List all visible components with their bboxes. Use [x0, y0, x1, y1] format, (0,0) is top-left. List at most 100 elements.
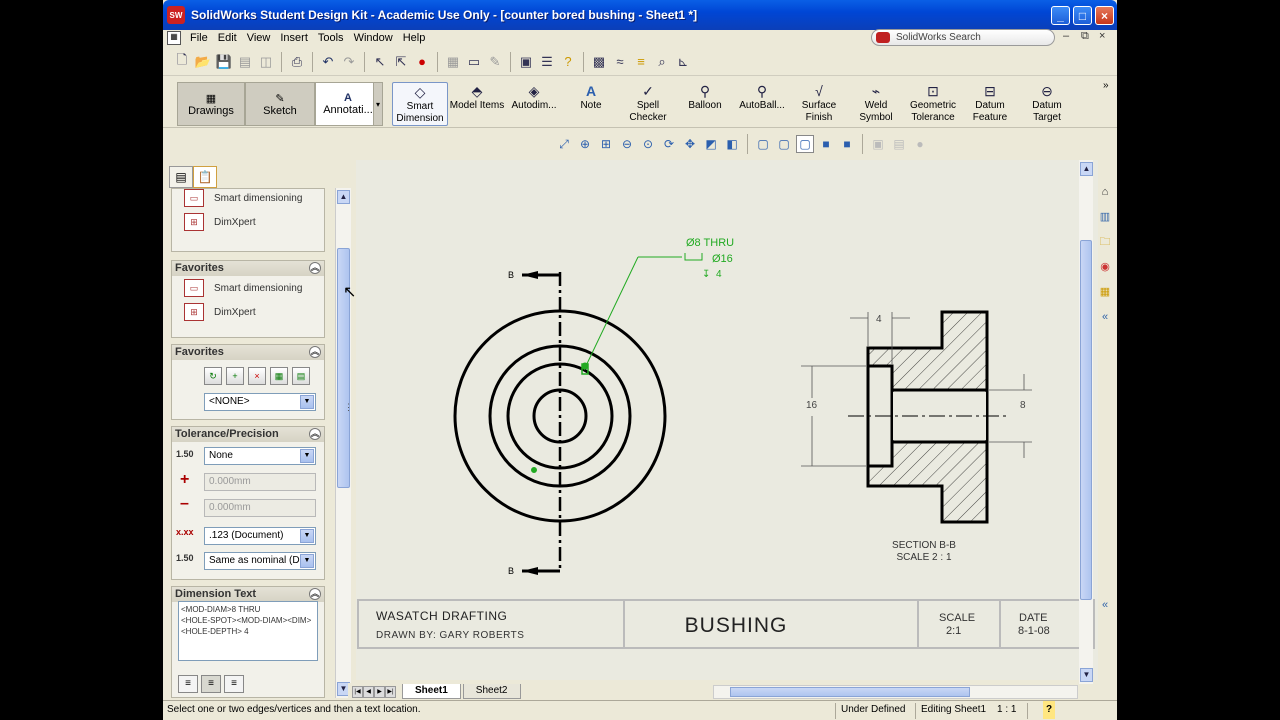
section-view-b-b[interactable]: [848, 310, 1006, 524]
wireframe-icon[interactable]: ▢: [754, 135, 772, 153]
scrollbar-thumb[interactable]: [1080, 240, 1092, 600]
minimize-button[interactable]: _: [1051, 6, 1070, 25]
scale-label[interactable]: SCALE: [939, 612, 975, 624]
section-view-icon[interactable]: ▣: [869, 135, 887, 153]
pan-icon[interactable]: ✥: [681, 135, 699, 153]
scroll-up-icon[interactable]: ▲: [1080, 162, 1093, 176]
view-palette-icon[interactable]: ▦: [1096, 283, 1114, 301]
select-icon[interactable]: ↖: [371, 53, 389, 71]
menu-window[interactable]: Window: [349, 32, 398, 44]
hole-callout-thru[interactable]: Ø8 THRU: [686, 237, 734, 249]
model-items-button[interactable]: ⬘ Model Items: [449, 82, 505, 126]
align-left-icon[interactable]: ≡: [178, 675, 198, 693]
hidden-lines-visible-icon[interactable]: ▢: [775, 135, 793, 153]
dimension-text-input[interactable]: <MOD-DIAM>8 THRU <HOLE-SPOT><MOD-DIAM><D…: [178, 601, 318, 661]
redo-icon[interactable]: ↷: [340, 53, 358, 71]
scrollbar-thumb[interactable]: [730, 687, 970, 697]
menu-file[interactable]: File: [185, 32, 213, 44]
list-item[interactable]: ▭ Smart dimensioning: [172, 186, 324, 210]
save-favorite-icon[interactable]: ▦: [270, 367, 288, 385]
tab-annotation-dropdown[interactable]: ▾: [373, 82, 383, 126]
delete-favorite-icon[interactable]: ×: [248, 367, 266, 385]
shaded-icon[interactable]: ■: [838, 135, 856, 153]
collapse-icon[interactable]: ︽: [309, 588, 321, 600]
new-icon[interactable]: 🗋: [173, 52, 191, 71]
help-icon[interactable]: ?: [559, 53, 577, 71]
section-label-top[interactable]: B: [508, 270, 514, 280]
favorites-header[interactable]: Favorites ︽: [172, 345, 324, 360]
favorite-select[interactable]: <NONE> ▼: [204, 393, 316, 411]
make-drawing-icon[interactable]: ▤: [236, 53, 254, 71]
part-name[interactable]: BUSHING: [685, 614, 788, 637]
close-button[interactable]: ×: [1095, 6, 1114, 25]
tab-sheet2[interactable]: Sheet2: [462, 684, 521, 699]
view-palette-icon[interactable]: ▣: [517, 53, 535, 71]
scale-value[interactable]: 2:1: [946, 625, 961, 637]
search-results-icon[interactable]: ◉: [1096, 258, 1114, 276]
section-title[interactable]: SECTION B-B: [892, 540, 956, 551]
collapse-icon[interactable]: ︽: [309, 346, 321, 358]
scroll-down-icon[interactable]: ▼: [1080, 668, 1093, 682]
zoom-to-selection-icon[interactable]: ⊙: [639, 135, 657, 153]
section-dim-left[interactable]: 16: [806, 400, 818, 411]
precision-select[interactable]: .123 (Document) ▼: [204, 527, 316, 545]
rebuild-icon[interactable]: ●: [413, 53, 431, 71]
align-center-icon[interactable]: ≡: [201, 675, 221, 693]
save-icon[interactable]: 💾: [215, 53, 233, 71]
open-icon[interactable]: 📂: [194, 53, 212, 71]
layer-icon[interactable]: ▭: [465, 53, 483, 71]
align-icon[interactable]: ⊾: [674, 53, 692, 71]
date-value[interactable]: 8-1-08: [1018, 625, 1050, 637]
add-favorite-icon[interactable]: +: [226, 367, 244, 385]
datum-target-button[interactable]: ⊖ Datum Target: [1019, 82, 1075, 126]
favorites-header[interactable]: Favorites ︽: [172, 261, 324, 276]
doc-minimize-button[interactable]: –: [1063, 30, 1069, 42]
hidden-lines-removed-icon[interactable]: ▢: [796, 135, 814, 153]
date-label[interactable]: DATE: [1019, 612, 1048, 624]
zoom-to-area-icon[interactable]: ⊞: [597, 135, 615, 153]
format-painter-icon[interactable]: ✎: [486, 53, 504, 71]
zoom-to-fit-icon[interactable]: ⊕: [576, 135, 594, 153]
spell-checker-button[interactable]: ✓ Spell Checker: [620, 82, 676, 126]
apply-default-icon[interactable]: ↻: [204, 367, 222, 385]
zoom-sheet-icon[interactable]: ⌕: [653, 53, 671, 71]
dimension-text-header[interactable]: Dimension Text ︽: [172, 587, 324, 602]
zoom-in-out-icon[interactable]: ⊖: [618, 135, 636, 153]
tolerance-precision-select[interactable]: Same as nominal (D ▼: [204, 552, 316, 570]
list-item[interactable]: ⊞ DimXpert: [172, 300, 324, 324]
menu-help[interactable]: Help: [398, 32, 431, 44]
drawing-horizontal-scrollbar[interactable]: [713, 685, 1078, 699]
doc-restore-button[interactable]: ⧉: [1081, 30, 1089, 43]
view-sketch-icon[interactable]: ▤: [890, 135, 908, 153]
property-manager-tab[interactable]: 📋: [193, 166, 217, 188]
balloon-button[interactable]: ⚲ Balloon: [677, 82, 733, 126]
expand-task-pane-icon[interactable]: «: [1096, 596, 1114, 614]
tab-sheet1[interactable]: Sheet1: [402, 684, 461, 699]
tolerance-header[interactable]: Tolerance/Precision ︽: [172, 427, 324, 442]
menu-tools[interactable]: Tools: [313, 32, 349, 44]
drawing-sheet[interactable]: B B Ø8 THRU Ø16 ↧ 4 4 16 8 SECTION B-B S…: [356, 160, 1098, 680]
undo-icon[interactable]: ↶: [319, 53, 337, 71]
collapse-icon[interactable]: ︽: [309, 428, 321, 440]
drawing-vertical-scrollbar[interactable]: ▲ ▼: [1079, 160, 1093, 684]
feature-manager-tab[interactable]: ▤: [169, 166, 193, 188]
collapse-task-pane-icon[interactable]: «: [1096, 308, 1114, 326]
rotate-icon[interactable]: ⟳: [660, 135, 678, 153]
status-scale[interactable]: 1 : 1: [997, 701, 1016, 719]
apply-scene-icon[interactable]: ●: [911, 135, 929, 153]
tab-annotation[interactable]: A Annotati...: [315, 82, 381, 126]
tab-drawings[interactable]: ▦ Drawings: [177, 82, 245, 126]
tab-sketch[interactable]: ✎ Sketch: [245, 82, 315, 126]
datum-feature-button[interactable]: ⊟ Datum Feature: [962, 82, 1018, 126]
design-library-icon[interactable]: ▥: [1096, 208, 1114, 226]
plus-tolerance-field[interactable]: 0.000mm: [204, 473, 316, 491]
file-explorer-icon[interactable]: 🗀: [1096, 233, 1114, 251]
front-view[interactable]: [453, 271, 667, 575]
align-right-icon[interactable]: ≡: [224, 675, 244, 693]
section-dim-right[interactable]: 8: [1020, 400, 1026, 411]
drawing-canvas[interactable]: B B Ø8 THRU Ø16 ↧ 4 4 16 8 SECTION B-B S…: [356, 160, 1098, 680]
scroll-up-icon[interactable]: ▲: [337, 190, 350, 204]
grid-icon[interactable]: ▦: [444, 53, 462, 71]
file-properties-icon[interactable]: ▩: [590, 53, 608, 71]
collapse-icon[interactable]: ︽: [309, 262, 321, 274]
